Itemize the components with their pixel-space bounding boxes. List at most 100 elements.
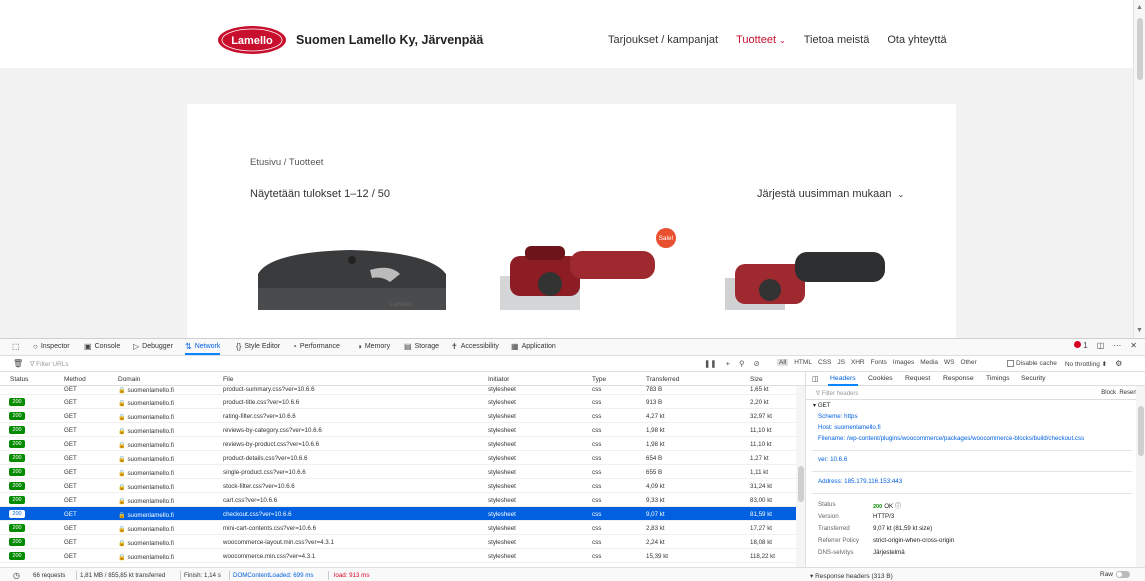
cell-transferred: 913 B: [646, 399, 663, 406]
table-row[interactable]: 200 GET 🔒 suomenlamello.fi product-title.cs…: [0, 395, 805, 409]
table-row[interactable]: 200 GET 🔒 suomenlamello.fi woocommerce.min.…: [0, 549, 805, 563]
nav-item-contact[interactable]: Ota yhteyttä: [887, 34, 946, 46]
type-filter-xhr[interactable]: XHR: [851, 359, 865, 366]
tab-style-editor[interactable]: {} Style Editor: [236, 342, 280, 351]
nav-item-products[interactable]: Tuotteet ⌄: [736, 34, 786, 46]
cell-file: product-title.css?ver=10.6.6: [223, 399, 300, 406]
col-status[interactable]: Status: [10, 376, 28, 383]
table-row[interactable]: 200 GET 🔒 suomenlamello.fi single-product.c…: [0, 465, 805, 479]
table-row[interactable]: GET 🔒 suomenlamello.fi product-summary.css…: [0, 386, 805, 395]
tab-application[interactable]: ▦ Application: [511, 342, 556, 351]
type-filter-js[interactable]: JS: [837, 359, 845, 366]
tab-storage[interactable]: ▤ Storage: [404, 342, 439, 351]
table-row[interactable]: 200 GET 🔒 suomenlamello.fi stock-filter.css…: [0, 479, 805, 493]
raw-toggle[interactable]: Raw: [1100, 571, 1131, 578]
tab-inspector[interactable]: ○ Inspector: [33, 342, 70, 351]
table-row[interactable]: 200 GET 🔒 suomenlamello.fi woocommerce-layo…: [0, 535, 805, 549]
product-image-cordless-joiner[interactable]: [685, 244, 895, 310]
cell-method: GET: [64, 511, 77, 518]
type-filter-ws[interactable]: WS: [944, 359, 954, 366]
add-icon[interactable]: +: [726, 359, 730, 368]
scroll-down-icon[interactable]: ▼: [1136, 327, 1143, 334]
filter-headers-input[interactable]: ∇ Filter headers: [816, 390, 858, 397]
type-filter-media[interactable]: Media: [920, 359, 938, 366]
tab-headers[interactable]: Headers: [828, 375, 858, 386]
breadcrumb[interactable]: Etusivu / Tuotteet: [250, 157, 323, 168]
col-initiator[interactable]: Initiator: [488, 376, 509, 383]
search-icon[interactable]: ⚲: [739, 359, 745, 368]
method-section[interactable]: ▾ GET: [813, 402, 831, 409]
type-filter-fonts[interactable]: Fonts: [871, 359, 887, 366]
col-type[interactable]: Type: [592, 376, 606, 383]
type-filter-html[interactable]: HTML: [794, 359, 812, 366]
more-options-icon[interactable]: ⋯: [1113, 341, 1121, 350]
col-file[interactable]: File: [223, 376, 233, 383]
tab-accessibility[interactable]: ✝ Accessibility: [451, 342, 499, 351]
element-picker-icon[interactable]: ⬚: [12, 342, 20, 351]
block-button[interactable]: Block: [1101, 390, 1116, 396]
table-row[interactable]: 200 GET 🔒 suomenlamello.fi product-details.…: [0, 451, 805, 465]
page-scrollbar[interactable]: ▲ ▼: [1133, 0, 1145, 338]
close-icon[interactable]: ✕: [1130, 341, 1137, 350]
col-domain[interactable]: Domain: [118, 376, 140, 383]
table-row[interactable]: 200 GET 🔒 suomenlamello.fi checkout.css?ver…: [0, 507, 805, 521]
product-image-biscuit-joiner[interactable]: [470, 236, 670, 310]
dock-icon[interactable]: ◫: [1097, 341, 1105, 350]
type-filter-css[interactable]: CSS: [818, 359, 831, 366]
scroll-up-icon[interactable]: ▲: [1136, 4, 1143, 11]
cell-method: GET: [64, 413, 77, 420]
tab-network[interactable]: ⇅ Network: [185, 342, 221, 355]
memory-icon: ◑: [357, 342, 362, 351]
pause-icon[interactable]: ❚❚: [704, 359, 717, 368]
tab-performance[interactable]: ◔ Performance: [292, 342, 340, 351]
nav-item-about[interactable]: Tietoa meistä: [804, 34, 870, 46]
scrollbar-thumb[interactable]: [798, 466, 804, 502]
error-count[interactable]: 1: [1074, 341, 1088, 350]
page-scrollbar-thumb[interactable]: [1137, 18, 1143, 80]
tab-cookies[interactable]: Cookies: [868, 375, 893, 382]
tab-response[interactable]: Response: [943, 375, 974, 382]
status-badge: 200: [9, 496, 25, 504]
product-image-connector[interactable]: Lamello: [250, 226, 455, 310]
tab-timings[interactable]: Timings: [986, 375, 1010, 382]
toggle-details-icon[interactable]: ◫: [812, 375, 818, 383]
col-method[interactable]: Method: [64, 376, 86, 383]
response-headers-section[interactable]: ▾ Response headers (313 B): [810, 572, 893, 580]
type-filter-other[interactable]: Other: [960, 359, 976, 366]
cell-size: 1,11 kt: [750, 469, 769, 476]
disable-cache-checkbox[interactable]: Disable cache: [1007, 359, 1057, 367]
filter-urls-input[interactable]: ∇ Filter URLs: [30, 360, 69, 368]
scrollbar-thumb[interactable]: [1138, 406, 1144, 456]
type-filters: All HTML CSS JS XHR Fonts Images Media W…: [777, 359, 977, 366]
block-icon[interactable]: ⊘: [753, 359, 759, 368]
settings-gear-icon[interactable]: ⚙: [1115, 359, 1122, 368]
nav-item-offers[interactable]: Tarjoukset / kampanjat: [608, 34, 718, 46]
tab-debugger[interactable]: ▷ Debugger: [133, 342, 173, 351]
details-scrollbar[interactable]: [1136, 386, 1145, 567]
col-transferred[interactable]: Transferred: [646, 376, 679, 383]
tab-console[interactable]: ▣ Console: [84, 342, 120, 351]
table-row[interactable]: 200 GET 🔒 suomenlamello.fi reviews-by-produ…: [0, 437, 805, 451]
table-row[interactable]: 200 GET 🔒 suomenlamello.fi mini-cart-conten…: [0, 521, 805, 535]
ver-row: ver: 10.6.6: [818, 456, 848, 463]
sort-dropdown[interactable]: Järjestä uusimman mukaan ⌄: [757, 188, 904, 200]
style-editor-icon: {}: [236, 342, 242, 351]
performance-analysis-icon[interactable]: ◷: [13, 571, 20, 580]
throttling-select[interactable]: No throttling ⬍: [1065, 360, 1107, 368]
table-row[interactable]: 200 GET 🔒 suomenlamello.fi rating-filter.cs…: [0, 409, 805, 423]
cell-transferred: 1,98 kt: [646, 441, 665, 448]
type-filter-all[interactable]: All: [777, 359, 789, 366]
table-row[interactable]: 200 GET 🔒 suomenlamello.fi cart.css?ver=10.…: [0, 493, 805, 507]
tab-request[interactable]: Request: [905, 375, 930, 382]
lamello-logo[interactable]: Lamello: [217, 25, 287, 55]
tab-memory[interactable]: ◑ Memory: [357, 342, 390, 351]
brand-name[interactable]: Suomen Lamello Ky, Järvenpää: [296, 33, 483, 47]
help-icon[interactable]: ⓘ: [895, 503, 901, 510]
col-size[interactable]: Size: [750, 376, 763, 383]
tab-security[interactable]: Security: [1021, 375, 1046, 382]
trash-icon[interactable]: 🗑: [13, 359, 23, 368]
table-row[interactable]: 200 GET 🔒 suomenlamello.fi reviews-by-categ…: [0, 423, 805, 437]
status-badge: 200: [9, 482, 25, 490]
type-filter-images[interactable]: Images: [893, 359, 914, 366]
request-table-scrollbar[interactable]: [796, 386, 805, 567]
